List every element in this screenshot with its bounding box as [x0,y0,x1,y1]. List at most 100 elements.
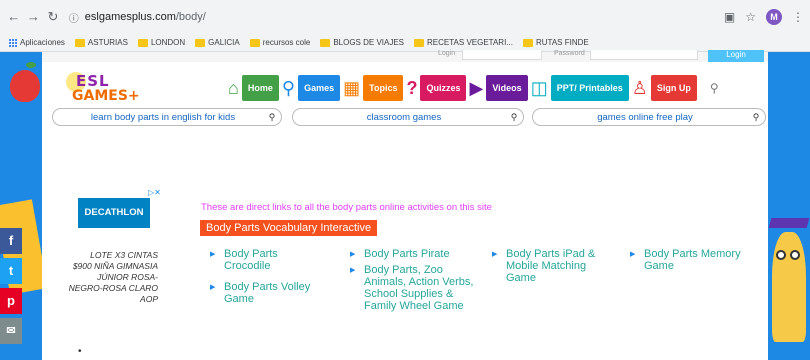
add-user-icon: ♙ [631,78,648,98]
nav-quizzes[interactable]: Quizzes [420,75,467,101]
folder-icon [249,38,260,47]
login-field[interactable] [462,50,542,60]
bookmark-recetas[interactable]: RECETAS VEGETARI... [414,38,513,47]
password-field[interactable] [590,50,698,60]
bookmark-blogs-de-viajes[interactable]: BLOGS DE VIAJES [320,38,404,47]
folder-icon [137,38,148,47]
section-title: Body Parts Vocabulary Interactive [200,220,378,236]
folder-icon [522,38,533,47]
login-label: Login [438,50,456,57]
star-bookmark-icon[interactable]: ☆ [745,10,756,24]
facebook-share-icon[interactable]: f [0,228,22,254]
leaf-icon [26,62,36,68]
folder-icon [414,38,425,47]
toolbar-actions: ▣ ☆ M ⋮ [724,9,804,25]
bookmark-label: RECETAS VEGETARI... [427,38,513,47]
bookmark-apps[interactable]: Aplicaciones [8,38,65,47]
forward-arrow-icon[interactable]: → [26,9,42,25]
login-button[interactable]: Login [708,50,764,62]
nav-ppt-printables[interactable]: PPT/ Printables [550,75,629,101]
nav-games[interactable]: Games [298,75,341,101]
bookmark-label: BLOGS DE VIAJES [333,38,405,47]
bookworm-mascot-icon [772,232,806,342]
bookmark-label: LONDON [150,38,186,47]
bookmark-asturias[interactable]: ASTURIAS [74,38,128,47]
bookmark-galicia[interactable]: GALICIA [195,38,240,47]
graduation-cap-icon [768,218,810,228]
intro-text: These are direct links to all the body p… [201,202,492,213]
question-mark-icon: ? [406,78,418,98]
link-column-2: Body Parts Pirate Body Parts, Zoo Animal… [350,248,480,321]
trophy-icon: ⚲ [281,78,296,98]
bookmark-recursos-cole[interactable]: recursos cole [249,38,311,47]
ad-text: LOTE X3 CINTAS $900 NIÑA GIMNASIA JÚNIOR… [68,250,158,304]
activity-link[interactable]: Body Parts, Zoo Animals, Action Verbs, S… [350,264,480,312]
profile-avatar[interactable]: M [766,9,782,25]
search-bar-1[interactable]: learn body parts in english for kids ⚲ [52,108,282,126]
right-decoration [768,52,810,360]
bookmark-label: Aplicaciones [20,38,65,47]
film-icon: ▶ [469,78,484,98]
address-bar[interactable]: ⓘ eslgamesplus.com/body/ [68,6,724,28]
nav-videos[interactable]: Videos [486,75,528,101]
magnifier-icon[interactable]: ⚲ [747,112,765,123]
ad-bullet: • [78,346,82,357]
book-icon: ▦ [343,78,361,98]
search-icon[interactable]: ⚲ [710,81,719,95]
search-bar-text: games online free play [597,111,693,123]
advertisement[interactable]: ▷✕ DECATHLON LOTE X3 CINTAS $900 NIÑA GI… [68,188,164,360]
browser-toolbar: ← → ↻ ⓘ eslgamesplus.com/body/ ▣ ☆ M ⋮ [0,0,810,34]
site-logo[interactable]: ESL GAMES+ [66,68,162,108]
bookmark-label: ASTURIAS [87,38,128,47]
folder-icon [195,38,206,47]
eye-icon [776,250,786,260]
activity-link[interactable]: Body Parts iPad & Mobile Matching Game [492,248,612,284]
nav-sign-up[interactable]: Sign Up [650,75,697,101]
twitter-share-icon[interactable]: t [0,258,22,284]
back-arrow-icon[interactable]: ← [6,9,22,25]
search-bar-text: learn body parts in english for kids [90,111,236,123]
info-icon[interactable]: ⓘ [69,10,79,25]
nav-topics[interactable]: Topics [363,75,404,101]
main-nav: ⌂ Home ⚲ Games ▦ Topics ? Quizzes ▶ Vide… [228,74,719,102]
activity-link[interactable]: Body Parts Memory Game [630,248,755,272]
activity-link[interactable]: Body Parts Volley Game [210,281,320,305]
bookmark-rutas-finde[interactable]: RUTAS FINDE [522,38,589,47]
printer-icon: ◫ [530,78,548,98]
url-path: /body/ [175,11,206,23]
search-bar-text: classroom games [366,111,442,123]
link-column-1: Body Parts Crocodile Body Parts Volley G… [210,248,320,314]
login-strip: Login Password Login [42,50,768,62]
nav-home[interactable]: Home [241,75,279,101]
activity-link[interactable]: Body Parts Crocodile [210,248,320,272]
magnifier-icon[interactable]: ⚲ [505,112,523,123]
search-bars: learn body parts in english for kids ⚲ c… [52,108,766,126]
house-icon: ⌂ [228,78,239,98]
folder-icon [320,38,331,47]
translate-icon[interactable]: ▣ [724,10,735,24]
magnifier-icon[interactable]: ⚲ [263,112,281,123]
search-bar-2[interactable]: classroom games ⚲ [292,108,524,126]
bookmark-london[interactable]: LONDON [137,38,186,47]
menu-kebab-icon[interactable]: ⋮ [792,10,804,24]
password-label: Password [554,50,585,57]
link-column-3: Body Parts iPad & Mobile Matching Game [492,248,612,293]
logo-line-2: GAMES+ [72,88,140,104]
apple-icon [10,70,40,102]
eye-icon [790,250,800,260]
url-host: eslgamesplus.com [84,11,176,23]
web-page: f t p ✉ Login Password Login ESL GAMES+ … [0,50,810,360]
reload-icon[interactable]: ↻ [45,9,61,25]
pinterest-share-icon[interactable]: p [0,288,22,314]
ad-brand-logo: DECATHLON [78,198,150,228]
bookmark-label: recursos cole [262,38,311,47]
folder-icon [74,38,85,47]
email-share-icon[interactable]: ✉ [0,318,22,344]
bookmark-label: GALICIA [208,38,240,47]
activity-link[interactable]: Body Parts Pirate [350,248,480,261]
link-column-4: Body Parts Memory Game [630,248,755,281]
bookmark-label: RUTAS FINDE [535,38,589,47]
search-bar-3[interactable]: games online free play ⚲ [532,108,766,126]
ad-close-icon[interactable]: ▷✕ [148,188,161,197]
apps-icon [8,38,17,47]
